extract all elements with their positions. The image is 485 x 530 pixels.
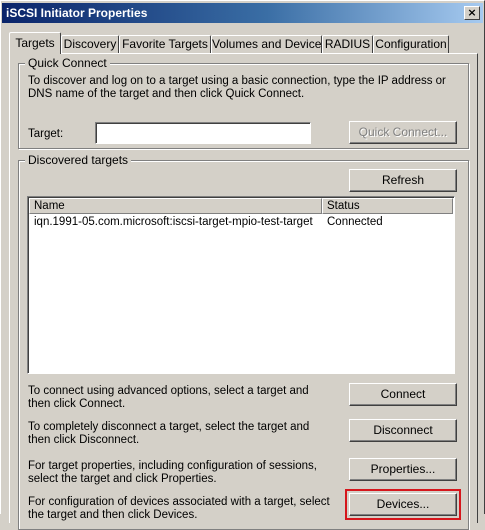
target-input[interactable] <box>95 122 311 144</box>
properties-description: For target properties, including configu… <box>28 460 317 485</box>
discovered-targets-group-label: Discovered targets <box>25 153 132 167</box>
devices-description: For configuration of devices associated … <box>28 496 330 521</box>
connect-description: To connect using advanced options, selec… <box>28 385 309 410</box>
quick-connect-group: Quick Connect To discover and log on to … <box>18 56 469 149</box>
quick-connect-group-label: Quick Connect <box>25 56 110 70</box>
column-header-name[interactable]: Name <box>29 198 322 214</box>
window-title: iSCSI Initiator Properties <box>6 6 148 20</box>
quick-connect-button[interactable]: Quick Connect... <box>349 121 457 144</box>
properties-button[interactable]: Properties... <box>349 458 457 481</box>
devices-button[interactable]: Devices... <box>349 493 457 516</box>
tab-volumes-and-devices[interactable]: Volumes and Devices <box>211 35 327 53</box>
close-icon: × <box>467 6 477 19</box>
target-row[interactable]: iqn.1991-05.com.microsoft:iscsi-target-m… <box>29 215 453 230</box>
quick-connect-description: To discover and log on to a target using… <box>28 75 446 100</box>
discovered-targets-group: Discovered targets Refresh Name Status i… <box>18 153 469 530</box>
target-label: Target: <box>28 128 64 140</box>
refresh-button[interactable]: Refresh <box>349 169 457 192</box>
close-button[interactable]: × <box>464 6 480 20</box>
iscsi-properties-window: iSCSI Initiator Properties × Targets Dis… <box>0 0 485 530</box>
tab-discovery[interactable]: Discovery <box>61 35 119 53</box>
tab-configuration[interactable]: Configuration <box>373 35 449 53</box>
tab-targets[interactable]: Targets <box>9 32 61 54</box>
connect-button[interactable]: Connect <box>349 383 457 406</box>
targets-panel: Quick Connect To discover and log on to … <box>9 53 478 530</box>
column-header-status[interactable]: Status <box>322 198 453 214</box>
tab-radius[interactable]: RADIUS <box>322 35 373 53</box>
targets-list[interactable]: Name Status iqn.1991-05.com.microsoft:is… <box>27 196 455 374</box>
target-name: iqn.1991-05.com.microsoft:iscsi-target-m… <box>34 216 313 228</box>
tab-favorite-targets[interactable]: Favorite Targets <box>119 35 211 53</box>
target-status: Connected <box>327 216 383 228</box>
title-bar[interactable]: iSCSI Initiator Properties × <box>2 3 483 23</box>
disconnect-button[interactable]: Disconnect <box>349 419 457 442</box>
disconnect-description: To completely disconnect a target, selec… <box>28 421 310 446</box>
